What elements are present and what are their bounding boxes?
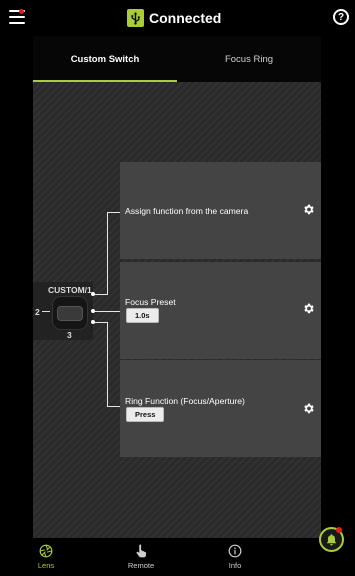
connector-dot [91,292,95,296]
gear-icon[interactable] [302,402,315,415]
card-title: Assign function from the camera [125,206,249,216]
help-icon[interactable]: ? [333,9,349,25]
hand-touch-icon [136,544,146,558]
tab-bar: Custom Switch Focus Ring [33,36,321,82]
connector-line [107,322,108,406]
bottom-navigation: Lens Remote Info [0,538,355,576]
connection-status: Connected [127,8,221,28]
aperture-icon [39,544,53,558]
gear-icon[interactable] [302,203,315,216]
nav-label-info: Info [228,561,242,570]
connector-line [107,212,120,213]
switch-knob [57,306,83,321]
connector-line [93,311,120,312]
nav-label-lens: Lens [37,561,55,570]
connector-line [107,406,120,407]
gear-icon[interactable] [302,302,315,315]
ring-function-press-button[interactable]: Press [126,407,165,422]
switch-position-3-label: 3 [67,330,72,340]
tab-focus-ring[interactable]: Focus Ring [177,36,321,82]
custom-switch-panel: CUSTOM/1 2 3 Assign function from the ca… [33,82,321,538]
connector-dot [91,309,95,313]
bell-alert-dot [336,527,342,533]
connector-line [107,212,108,295]
focus-preset-value-button[interactable]: 1.0s [126,308,159,323]
nav-item-remote[interactable]: Remote [111,538,171,576]
switch-custom-label: CUSTOM/1 [48,285,92,295]
nav-item-info[interactable]: Info [205,538,265,576]
function-card-custom-2[interactable]: Focus Preset 1.0s [120,262,321,359]
nav-label-remote: Remote [127,561,155,570]
connector-line [93,322,107,323]
nav-item-lens[interactable]: Lens [16,538,76,576]
function-card-custom-3[interactable]: Ring Function (Focus/Aperture) Press [120,360,321,457]
card-title: Ring Function (Focus/Aperture) [125,396,245,406]
connector-dot [91,320,95,324]
app-header: Connected ? [0,0,355,36]
connection-label: Connected [149,10,222,26]
switch-position-2-label: 2 [35,307,40,317]
info-icon [228,544,242,558]
connector-line [93,294,107,295]
function-card-custom-1[interactable]: Assign function from the camera [120,162,321,259]
card-title: Focus Preset [125,297,176,307]
tab-custom-switch[interactable]: Custom Switch [33,36,177,82]
bell-icon [326,534,337,546]
switch-body [52,296,88,330]
switch-position-2-tick [42,311,50,312]
usb-icon [127,9,144,27]
help-glyph: ? [337,11,345,23]
notification-dot [19,9,24,14]
